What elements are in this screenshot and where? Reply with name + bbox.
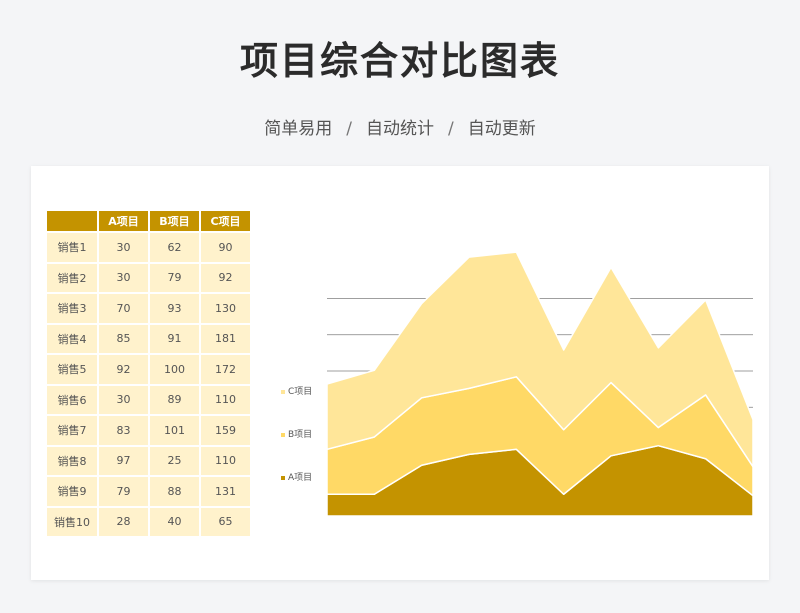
tagline: 简单易用 / 自动统计 / 自动更新 — [0, 114, 800, 139]
chart-card: A项目 B项目 C项目 销售1 30 62 90 销售2 30 79 92 销售3 70 93 130… — [31, 166, 769, 580]
page-title: 项目综合对比图表 — [239, 39, 560, 83]
legend-item: B项目 — [281, 429, 312, 440]
legend-swatch — [281, 433, 285, 437]
legend-item: A项目 — [281, 472, 312, 483]
legend-swatch — [281, 390, 285, 394]
legend-label: B项目 — [288, 429, 312, 440]
tagline-part: 自动更新 — [467, 119, 536, 139]
legend-label: A项目 — [288, 472, 312, 483]
stacked-area-chart: C项目 B项目 A项目 — [281, 251, 754, 517]
legend-item: C项目 — [281, 386, 312, 397]
legend-label: C项目 — [288, 386, 312, 397]
tagline-part: 自动统计 — [366, 119, 434, 139]
tagline-separator: / — [448, 119, 454, 139]
tagline-separator: / — [346, 119, 352, 139]
tagline-part: 简单易用 — [264, 119, 333, 139]
legend-swatch — [281, 476, 285, 480]
